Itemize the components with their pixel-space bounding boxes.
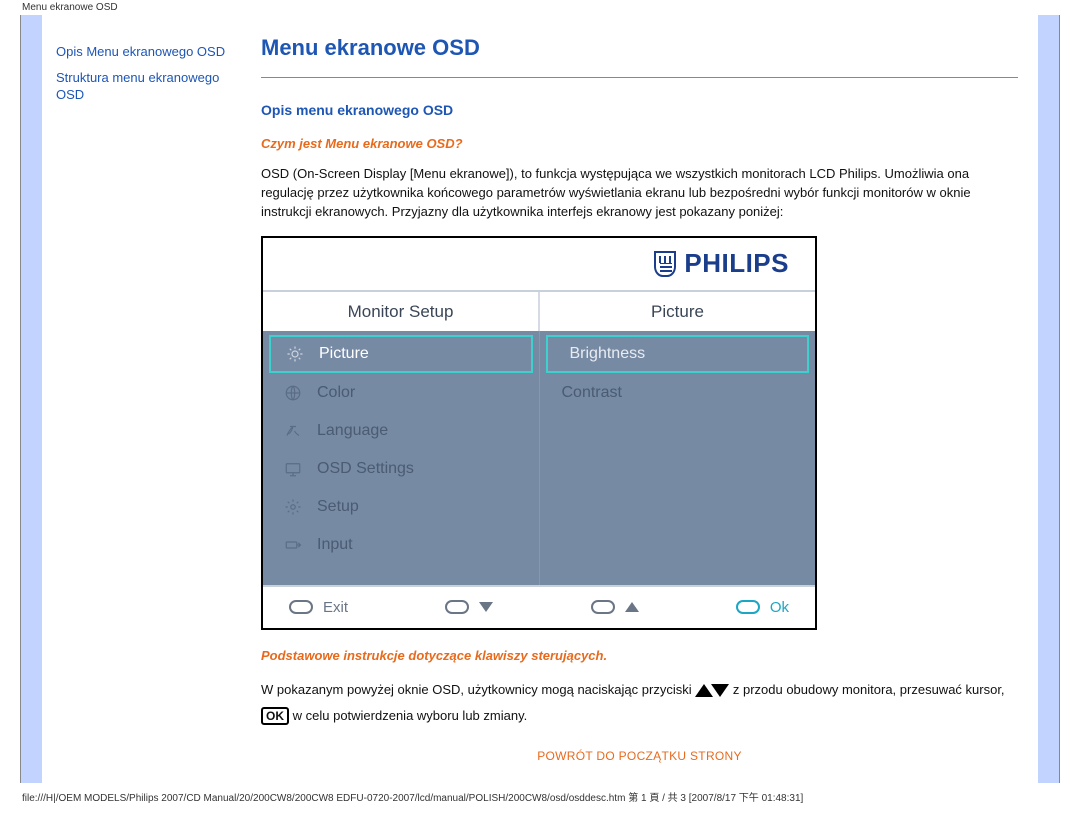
triangle-down-icon	[479, 602, 493, 612]
osd-item-osd-settings[interactable]: OSD Settings	[263, 451, 539, 489]
paragraph-intro: OSD (On-Screen Display [Menu ekranowe]),…	[261, 165, 1018, 222]
section-heading-opis: Opis menu ekranowego OSD	[261, 102, 1018, 118]
triangle-down-icon	[711, 684, 729, 697]
osd-item-input[interactable]: Input	[263, 527, 539, 565]
back-to-top-link[interactable]: POWRÓT DO POCZĄTKU STRONY	[261, 749, 1018, 763]
osd-column-headers: Monitor Setup Picture	[263, 292, 815, 331]
input-icon	[281, 536, 305, 554]
osd-item-label: OSD Settings	[317, 460, 414, 478]
content-wrap: Opis Menu ekranowego OSD Struktura menu …	[42, 15, 1038, 783]
sidebar: Opis Menu ekranowego OSD Struktura menu …	[42, 15, 257, 783]
osd-item-brightness[interactable]: Brightness	[546, 335, 810, 373]
osd-footer-exit[interactable]: Exit	[289, 599, 348, 616]
osd-item-contrast[interactable]: Contrast	[540, 375, 816, 413]
triangle-up-icon	[625, 602, 639, 612]
blue-gutter-left	[21, 15, 42, 783]
osd-header-monitor-setup: Monitor Setup	[263, 292, 540, 331]
philips-wordmark: PHILIPS	[684, 248, 789, 279]
osd-footer-exit-label: Exit	[323, 599, 348, 616]
para2-part-b: z przodu obudowy monitora, przesuwać kur…	[733, 682, 1005, 697]
doc-header: Menu ekranowe OSD	[0, 0, 1080, 15]
sidebar-link-struktura[interactable]: Struktura menu ekranowego OSD	[56, 69, 245, 104]
philips-logo: PHILIPS	[654, 248, 789, 279]
sun-icon	[283, 345, 307, 363]
subsection-heading-instrukcje: Podstawowe instrukcje dotyczące klawiszy…	[261, 648, 1018, 663]
para2-part-a: W pokazanym powyżej oknie OSD, użytkowni…	[261, 682, 692, 697]
osd-col-right: Brightness Contrast	[539, 331, 816, 585]
osd-body: Picture Color	[263, 331, 815, 585]
osd-footer-ok[interactable]: Ok	[736, 599, 789, 616]
osd-item-language[interactable]: Language	[263, 413, 539, 451]
osd-footer-ok-label: Ok	[770, 599, 789, 616]
capsule-icon	[591, 600, 615, 614]
page-outer: Opis Menu ekranowego OSD Struktura menu …	[0, 15, 1080, 783]
capsule-icon	[736, 600, 760, 614]
osd-item-color[interactable]: Color	[263, 375, 539, 413]
capsule-icon	[289, 600, 313, 614]
osd-item-label: Language	[317, 422, 388, 440]
sidebar-link-opis[interactable]: Opis Menu ekranowego OSD	[56, 43, 245, 61]
osd-item-label: Picture	[319, 345, 369, 363]
osd-header-picture: Picture	[540, 292, 815, 331]
osd-item-setup[interactable]: Setup	[263, 489, 539, 527]
monitor-icon	[281, 460, 305, 478]
osd-footer: Exit Ok	[263, 585, 815, 628]
osd-footer-up[interactable]	[591, 599, 639, 616]
osd-item-label: Setup	[317, 498, 359, 516]
main: Menu ekranowe OSD Opis menu ekranowego O…	[257, 15, 1038, 783]
osd-brand-bar: PHILIPS	[263, 238, 815, 292]
language-icon	[281, 422, 305, 440]
ok-button-icon: OK	[261, 707, 289, 725]
osd-item-label: Brightness	[570, 345, 646, 363]
osd-item-picture[interactable]: Picture	[269, 335, 533, 373]
osd-footer-down[interactable]	[445, 599, 493, 616]
para2-part-c: w celu potwierdzenia wyboru lub zmiany.	[293, 708, 528, 723]
subsection-heading-czym: Czym jest Menu ekranowe OSD?	[261, 136, 1018, 151]
osd-col-left: Picture Color	[263, 331, 539, 585]
globe-icon	[281, 384, 305, 402]
gutter	[0, 15, 20, 783]
philips-shield-icon	[654, 251, 676, 277]
page-title: Menu ekranowe OSD	[261, 35, 1018, 61]
gear-icon	[281, 498, 305, 516]
gutter	[1060, 15, 1080, 783]
osd-item-label: Color	[317, 384, 355, 402]
divider	[261, 77, 1018, 78]
osd-spacer	[263, 565, 539, 585]
osd-item-label: Input	[317, 536, 353, 554]
page-frame: Opis Menu ekranowego OSD Struktura menu …	[20, 15, 1060, 783]
paragraph-controls: W pokazanym powyżej oknie OSD, użytkowni…	[261, 677, 1018, 729]
osd-panel: PHILIPS Monitor Setup Picture	[261, 236, 817, 630]
capsule-icon	[445, 600, 469, 614]
blue-gutter-right	[1038, 15, 1059, 783]
doc-footer: file:///H|/OEM MODELS/Philips 2007/CD Ma…	[0, 783, 1080, 812]
osd-item-label: Contrast	[562, 384, 622, 402]
